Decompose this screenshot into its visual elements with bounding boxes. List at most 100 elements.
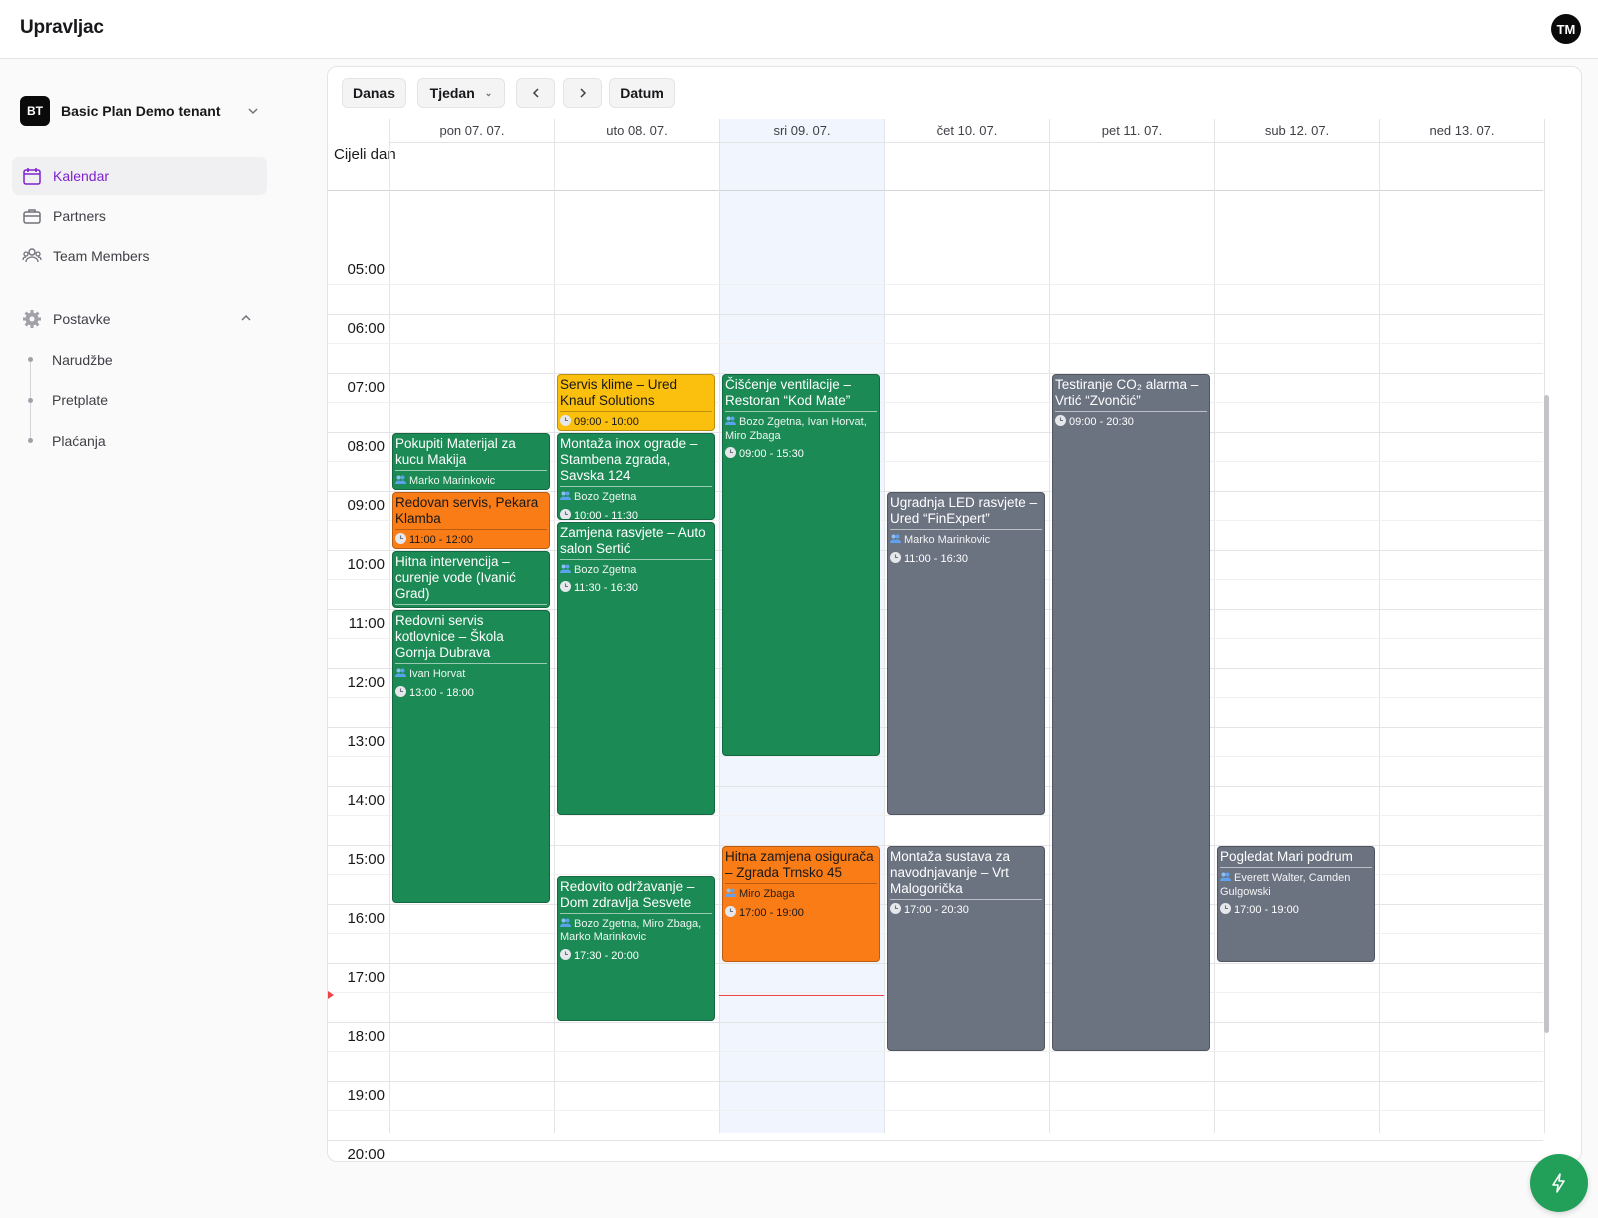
people-icon xyxy=(395,474,406,485)
lightning-icon xyxy=(1552,1173,1565,1193)
sidebar-item-team-members[interactable]: Team Members xyxy=(12,237,267,275)
day-column-line xyxy=(389,119,390,1133)
event-title: Pokupiti Materijal za kucu Makija xyxy=(395,436,547,471)
event-people: Bozo Zgetna xyxy=(560,563,712,578)
calendar-event[interactable]: Pogledat Mari podrum Everett Walter, Camd… xyxy=(1217,846,1375,962)
sidebar-item-kalendar[interactable]: Kalendar xyxy=(12,157,267,195)
tenant-switcher[interactable]: BT Basic Plan Demo tenant xyxy=(20,96,260,126)
event-title: Montaža inox ograde – Stambena zgrada, S… xyxy=(560,436,712,487)
calendar-event[interactable]: Pokupiti Materijal za kucu Makija Marko M… xyxy=(392,433,550,490)
quick-action-button[interactable] xyxy=(1530,1154,1588,1212)
tenant-name: Basic Plan Demo tenant xyxy=(61,103,221,119)
event-title: Zamjena rasvjete – Auto salon Sertić xyxy=(560,525,712,560)
sidebar-item-label: Kalendar xyxy=(53,168,110,184)
event-time-text: 17:30 - 20:00 xyxy=(574,949,639,962)
clock-icon xyxy=(560,415,571,426)
chevron-up-icon[interactable] xyxy=(239,311,253,325)
hour-label: 19:00 xyxy=(347,1087,385,1104)
calendar-event[interactable]: Čišćenje ventilacije – Restoran “Kod Mat… xyxy=(722,374,880,756)
half-hour-line xyxy=(328,343,1543,344)
clock-icon xyxy=(560,948,571,960)
day-header[interactable]: sub 12. 07. xyxy=(1214,119,1379,143)
gear-icon xyxy=(22,309,42,329)
sidebar: BT Basic Plan Demo tenant Kalendar Partn… xyxy=(0,59,280,1218)
briefcase-icon xyxy=(22,206,42,226)
hour-label: 18:00 xyxy=(347,1028,385,1045)
event-time: 11:00 - 12:00 xyxy=(395,533,547,547)
chevron-down-icon xyxy=(248,108,258,115)
event-people: Bozo Zgetna, Ivan Horvat, Miro Zbaga xyxy=(725,415,877,443)
day-header[interactable]: pet 11. 07. xyxy=(1049,119,1214,143)
day-header[interactable]: čet 10. 07. xyxy=(884,119,1049,143)
event-people: Marko Marinkovic xyxy=(890,533,1042,548)
event-people-text: Bozo Zgetna, Ivan Horvat, Miro Zbaga xyxy=(725,416,867,442)
event-people: Ivan Horvat xyxy=(395,667,547,682)
week-grid: Cijeli dan pon 07. 07. uto 08. 07. sri 09.… xyxy=(328,119,1581,1162)
calendar-scrollbar[interactable] xyxy=(1544,395,1549,1033)
calendar-event[interactable]: Redovni servis kotlovnice – Škola Gornja… xyxy=(392,610,550,903)
chevron-down-icon: ⌄ xyxy=(484,87,493,98)
calendar-event[interactable]: Redovan servis, Pekara Klamba 11:00 - 12:… xyxy=(392,492,550,549)
event-people-text: Marko Marinkovic xyxy=(409,475,496,487)
event-time: 10:00 - 11:30 xyxy=(560,508,712,519)
next-week-button[interactable] xyxy=(563,78,602,108)
event-title: Redovito održavanje – Dom zdravlja Sesve… xyxy=(560,879,712,914)
calendar-event[interactable]: Redovito održavanje – Dom zdravlja Sesve… xyxy=(557,875,715,1021)
event-time-text: 09:00 - 10:00 xyxy=(574,416,639,428)
calendar-event[interactable]: Hitna intervencija – curenje vode (Ivani… xyxy=(392,551,550,608)
hour-label: 09:00 xyxy=(347,497,385,514)
sidebar-subitem-placanja[interactable]: Plaćanja xyxy=(52,433,106,449)
calendar-event[interactable]: Montaža inox ograde – Stambena zgrada, S… xyxy=(557,433,715,520)
event-time: 17:30 - 20:00 xyxy=(560,948,712,963)
day-header[interactable]: ned 13. 07. xyxy=(1379,119,1544,143)
calendar-event[interactable]: Ugradnja LED rasvjete – Ured “FinExpert”… xyxy=(887,492,1045,815)
view-select[interactable]: Tjedan ⌄ xyxy=(417,78,505,108)
app-title[interactable]: Upravljac xyxy=(20,17,104,39)
sidebar-item-label: Team Members xyxy=(53,248,150,264)
day-column-line xyxy=(554,119,555,1133)
event-title: Redovni servis kotlovnice – Škola Gornja… xyxy=(395,613,547,664)
top-bar: Upravljac TM xyxy=(0,0,1598,59)
calendar-event[interactable]: Hitna zamjena osigurača – Zgrada Trnsko … xyxy=(722,846,880,962)
day-header[interactable]: sri 09. 07. xyxy=(719,119,884,143)
hour-label: 07:00 xyxy=(347,379,385,396)
clock-icon xyxy=(395,685,406,697)
user-avatar[interactable]: TM xyxy=(1551,14,1581,44)
hour-label: 20:00 xyxy=(347,1146,385,1162)
tenant-logo: BT xyxy=(20,96,50,126)
submenu-dot xyxy=(28,357,33,362)
hour-label: 12:00 xyxy=(347,674,385,691)
event-title: Montaža sustava za navodnjavanje – Vrt M… xyxy=(890,849,1042,900)
clock-icon xyxy=(1220,903,1231,914)
calendar-event[interactable]: Zamjena rasvjete – Auto salon Sertić Bozo… xyxy=(557,521,715,815)
clock-icon xyxy=(890,551,901,563)
event-time-text: 13:00 - 18:00 xyxy=(409,686,474,699)
sidebar-item-label: Partners xyxy=(53,208,106,224)
calendar-event[interactable]: Montaža sustava za navodnjavanje – Vrt M… xyxy=(887,846,1045,1051)
event-title: Servis klime – Ured Knauf Solutions xyxy=(560,377,712,412)
clock-icon xyxy=(560,508,571,519)
event-people-text: Bozo Zgetna xyxy=(574,491,637,503)
sidebar-subitem-pretplate[interactable]: Pretplate xyxy=(52,392,108,408)
hour-line xyxy=(328,314,1543,315)
today-button[interactable]: Danas xyxy=(342,78,406,108)
clock-icon xyxy=(1055,415,1066,426)
calendar-event[interactable]: Testiranje CO₂ alarma – Vrtić “Zvončić” 0… xyxy=(1052,374,1210,1051)
hour-label: 06:00 xyxy=(347,320,385,337)
calendar-event[interactable]: Servis klime – Ured Knauf Solutions 09:00… xyxy=(557,374,715,431)
sidebar-subitem-narudzbe[interactable]: Narudžbe xyxy=(52,352,113,368)
sidebar-item-postavke[interactable]: Postavke xyxy=(12,300,267,338)
event-people-text: Miro Zbaga xyxy=(739,888,795,900)
date-picker-button[interactable]: Datum xyxy=(609,78,675,108)
sidebar-item-partners[interactable]: Partners xyxy=(12,197,267,235)
hour-line xyxy=(328,1081,1543,1082)
event-time-text: 11:00 - 12:00 xyxy=(409,534,474,546)
day-header[interactable]: uto 08. 07. xyxy=(554,119,719,143)
hour-label: 14:00 xyxy=(347,792,385,809)
event-people-text: Ivan Horvat xyxy=(409,668,466,680)
day-header[interactable]: pon 07. 07. xyxy=(389,119,554,143)
event-people: Bozo Zgetna xyxy=(560,490,712,505)
prev-week-button[interactable] xyxy=(516,78,555,108)
event-time: 09:00 - 15:30 xyxy=(725,447,877,461)
event-time-text: 17:00 - 20:30 xyxy=(904,904,969,916)
